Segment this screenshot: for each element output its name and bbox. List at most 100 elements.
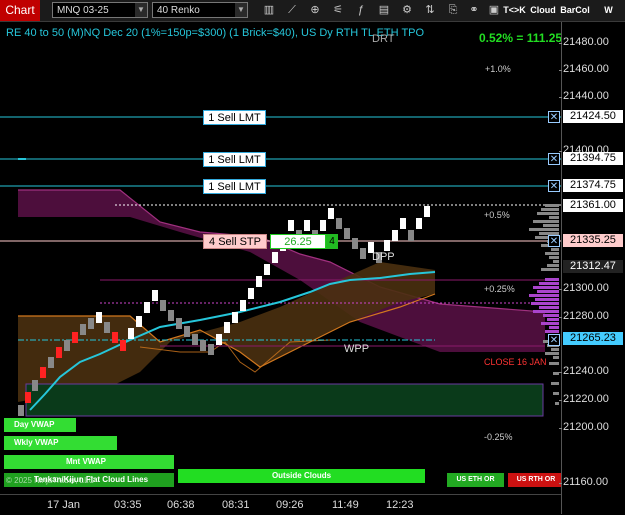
barcol-button[interactable]: BarCol [559,2,591,18]
toolbar: Chart MNQ 03-25 ▼ 40 Renko ▼ ▥ ⟋ ⊕ ⚟ ƒ ▤… [0,0,625,31]
volume-profile-bar [545,252,559,255]
renko-brick [32,380,38,391]
volume-profile-bar [549,256,559,259]
volume-profile-bar [541,268,559,271]
outside-clouds-tag: Outside Clouds [178,469,425,483]
renko-brick [136,316,142,327]
volume-profile-bar [537,212,559,215]
w-vwav-button[interactable]: W VWAV [592,2,625,31]
renko-brick [184,326,190,337]
zoom-icon[interactable]: ⊕ [308,3,322,17]
volume-profile-bar [549,326,559,329]
price-tick: 21300.00 [559,282,609,294]
volume-profile-bar [551,348,559,351]
renko-brick [256,276,262,287]
renko-brick [80,324,86,335]
time-label: 12:23 [386,499,414,511]
renko-brick [192,334,198,345]
chevron-down-icon: ▼ [235,3,247,17]
price-tick: 21480.00 [559,36,609,48]
cancel-order-2-icon[interactable]: ✕ [548,153,560,165]
strategy-icon[interactable]: ⚙ [400,3,414,17]
renko-brick [224,322,230,333]
renko-brick [384,240,390,251]
sell-stop-order[interactable]: 4 Sell STP [203,234,267,249]
link-icon[interactable]: ⚭ [467,3,481,17]
renko-brick [120,340,126,351]
bar-type-dropdown[interactable]: 40 Renko ▼ [152,2,248,18]
bar-style-icon[interactable]: ▥ [262,3,276,17]
stop-price-label: 21335.25 [563,234,623,247]
renko-brick [25,392,31,403]
renko-brick [128,328,134,339]
price-tick: 21200.00 [559,421,609,433]
screenshot-icon[interactable]: ⎘ [446,3,460,17]
draw-line-icon[interactable]: ⟋ [285,3,299,17]
sell-limit-order-3[interactable]: 1 Sell LMT [203,179,266,194]
volume-profile-bar [539,282,559,285]
renko-brick [328,208,334,219]
close-position-icon[interactable]: ✕ [548,334,560,346]
volume-profile-bar [529,294,559,297]
cancel-order-3-icon[interactable]: ✕ [548,180,560,192]
tk-button[interactable]: T<>K [502,2,527,18]
cloud-button[interactable]: Cloud [528,2,558,18]
renko-brick [352,238,358,249]
time-label: 08:31 [222,499,250,511]
renko-brick [88,318,94,329]
renko-brick [320,220,326,231]
position-qty: 4 [326,234,338,249]
volume-profile-bar [543,314,559,317]
time-label: 06:38 [167,499,195,511]
volume-profile-bar [545,278,559,281]
renko-brick [344,228,350,239]
renko-brick [56,347,62,358]
renko-brick [200,340,206,351]
wkly-vwap-tag: Wkly VWAP [4,436,117,450]
sell-limit-order-2[interactable]: 1 Sell LMT [203,152,266,167]
volume-profile-bar [533,220,559,223]
renko-brick [112,332,118,343]
price-tick: 21160.00 [558,476,609,488]
volume-profile-bar [549,362,559,365]
price-tick: 21280.00 [559,310,609,322]
cancel-order-1-icon[interactable]: ✕ [548,111,560,123]
layout-icon[interactable]: ▣ [487,3,501,17]
volume-profile-bar [555,402,559,405]
renko-brick [424,206,430,217]
volume-profile-bar [545,330,559,333]
renko-brick [304,220,310,231]
renko-brick [216,334,222,345]
time-label: 17 Jan [47,499,81,511]
chart-trader-icon[interactable]: ⇅ [423,3,437,17]
volume-profile-bar [539,306,559,309]
volume-profile-bar [545,352,559,355]
wpp-label: WPP [344,343,370,355]
price-tick: 21240.00 [559,365,609,377]
renko-brick [18,405,24,416]
renko-brick [144,302,150,313]
renko-brick [288,220,294,231]
renko-brick [416,218,422,229]
renko-brick [408,230,414,241]
plus-025-percent-label: +0.25% [484,284,515,294]
symbol-value: MNQ 03-25 [57,5,109,16]
sell-limit-order-1[interactable]: 1 Sell LMT [203,110,266,125]
volume-profile-bar [543,224,559,227]
indicators-icon[interactable]: ƒ [354,3,368,17]
cancel-stop-order-icon[interactable]: ✕ [548,235,560,247]
volume-profile-bar [549,216,559,219]
renko-brick [152,290,158,301]
volume-profile-bar [547,318,559,321]
renko-brick [232,312,238,323]
templates-icon[interactable]: ▤ [377,3,391,17]
time-label: 03:35 [114,499,142,511]
volume-profile-bar [545,204,559,207]
symbol-dropdown[interactable]: MNQ 03-25 ▼ [52,2,148,18]
volume-profile-bar [533,310,559,313]
volume-profile-bar [553,392,559,395]
chart-tab[interactable]: Chart [0,0,40,21]
time-label: 11:49 [332,499,359,511]
properties-icon[interactable]: ⚟ [331,3,345,17]
volume-profile-bar [531,302,559,305]
